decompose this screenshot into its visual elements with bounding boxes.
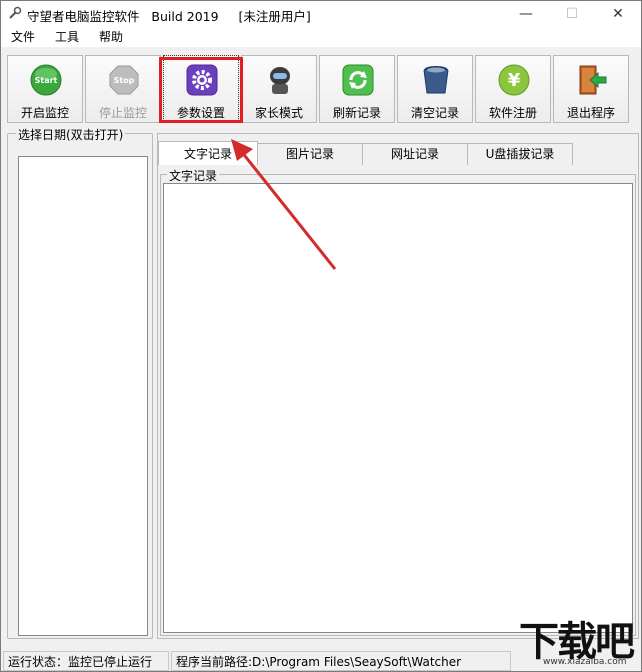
svg-text:Start: Start bbox=[35, 76, 58, 85]
title-bar[interactable]: 守望者电脑监控软件 Build 2019 [未注册用户] — ☐ ✕ bbox=[1, 1, 641, 27]
menu-bar: 文件 工具 帮助 bbox=[1, 27, 641, 47]
tab-image-records[interactable]: 图片记录 bbox=[257, 143, 363, 165]
refresh-records-label: 刷新记录 bbox=[332, 106, 381, 120]
clear-records-button[interactable]: 清空记录 bbox=[397, 55, 473, 123]
exit-program-label: 退出程序 bbox=[566, 106, 615, 120]
app-icon bbox=[9, 6, 22, 19]
register-button[interactable]: ¥ 软件注册 bbox=[475, 55, 551, 123]
text-records-group: 文字记录 bbox=[160, 167, 636, 636]
minimize-button[interactable]: — bbox=[503, 1, 549, 27]
clear-records-label: 清空记录 bbox=[410, 106, 459, 120]
exit-icon bbox=[579, 65, 607, 95]
stop-monitor-label: 停止监控 bbox=[98, 106, 147, 120]
exit-program-button[interactable]: 退出程序 bbox=[553, 55, 629, 123]
yen-icon: ¥ bbox=[498, 64, 530, 96]
svg-text:Stop: Stop bbox=[114, 76, 135, 85]
run-status: 运行状态：监控已停止运行 bbox=[3, 651, 169, 671]
program-path: 程序当前路径:D:\Program Files\SeaySoft\Watcher bbox=[171, 651, 511, 671]
date-list[interactable] bbox=[18, 156, 148, 636]
settings-label: 参数设置 bbox=[176, 106, 225, 120]
tab-usb-records[interactable]: U盘插拔记录 bbox=[467, 143, 573, 165]
refresh-records-button[interactable]: 刷新记录 bbox=[319, 55, 395, 123]
window-title: 守望者电脑监控软件 Build 2019 [未注册用户] bbox=[27, 9, 311, 24]
menu-file[interactable]: 文件 bbox=[5, 28, 41, 46]
tab-strip: 文字记录 图片记录 网址记录 U盘插拔记录 bbox=[158, 141, 573, 165]
maximize-button[interactable]: ☐ bbox=[549, 1, 595, 27]
date-group: 选择日期(双击打开) bbox=[7, 126, 153, 639]
date-group-title: 选择日期(双击打开) bbox=[16, 126, 126, 143]
watermark-logo: 下载吧 www.xiazaiba.com bbox=[513, 607, 641, 671]
start-monitor-label: 开启监控 bbox=[20, 106, 69, 120]
menu-tools[interactable]: 工具 bbox=[49, 28, 85, 46]
text-records-title: 文字记录 bbox=[167, 167, 220, 184]
svg-text:¥: ¥ bbox=[508, 70, 521, 91]
toolbar: Start 开启监控 Stop 停止监控 参数设置 家长模式 刷新记录 清空记录… bbox=[7, 55, 639, 125]
start-monitor-button[interactable]: Start 开启监控 bbox=[7, 55, 83, 123]
parent-mode-button[interactable]: 家长模式 bbox=[241, 55, 317, 123]
stop-monitor-button[interactable]: Stop 停止监控 bbox=[85, 55, 161, 123]
close-button[interactable]: ✕ bbox=[595, 1, 641, 27]
stop-icon: Stop bbox=[109, 65, 139, 95]
parent-mode-label: 家长模式 bbox=[254, 106, 303, 120]
gear-icon bbox=[186, 64, 218, 96]
register-label: 软件注册 bbox=[488, 106, 537, 120]
records-panel: 文字记录 图片记录 网址记录 U盘插拔记录 文字记录 bbox=[157, 133, 639, 639]
trash-icon bbox=[423, 66, 449, 94]
tab-text-records[interactable]: 文字记录 bbox=[158, 141, 258, 165]
start-icon: Start bbox=[30, 64, 62, 96]
app-window: 守望者电脑监控软件 Build 2019 [未注册用户] — ☐ ✕ 文件 工具… bbox=[0, 0, 642, 672]
text-records-area[interactable] bbox=[163, 183, 633, 633]
settings-button[interactable]: 参数设置 bbox=[163, 55, 239, 123]
robot-icon bbox=[270, 67, 290, 94]
watermark-sub: www.xiazaiba.com bbox=[543, 657, 627, 667]
tab-url-records[interactable]: 网址记录 bbox=[362, 143, 468, 165]
menu-help[interactable]: 帮助 bbox=[93, 28, 129, 46]
refresh-icon bbox=[342, 64, 374, 96]
